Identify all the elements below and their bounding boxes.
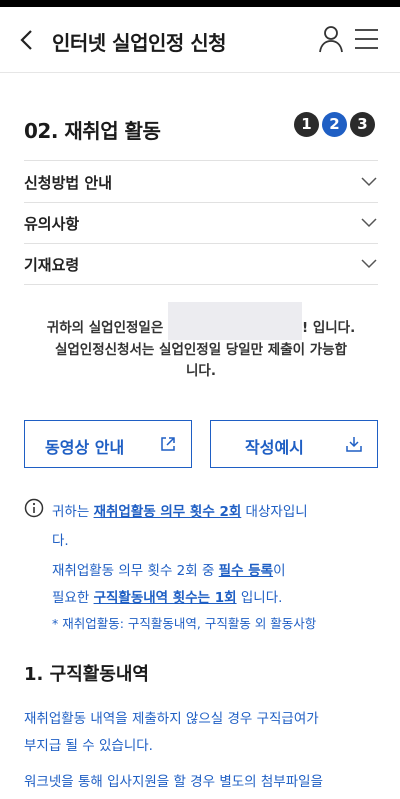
- notice-line-3: 니다.: [186, 363, 216, 379]
- worknet-attachment-note: 워크넷을 통해 입사지원을 할 경우 별도의 첨부파일을: [24, 774, 323, 790]
- page-title: 인터넷 실업인정 신청: [52, 31, 227, 55]
- mandatory-registration-highlight: 필수 등록: [218, 563, 274, 579]
- job-search-warning-line-2: 부지급 될 수 있습니다.: [24, 738, 153, 754]
- notice-line-2: 실업인정신청서는 실업인정일 당일만 제출이 가능합: [54, 342, 348, 358]
- required-count-highlight: 재취업활동 의무 횟수 2회: [93, 504, 242, 520]
- chevron-down-icon: [361, 177, 377, 187]
- step-1: 1: [294, 112, 319, 137]
- user-icon: [319, 26, 343, 53]
- menu-button[interactable]: [352, 27, 380, 51]
- chevron-left-icon: [20, 30, 32, 50]
- download-icon: [346, 437, 362, 452]
- accordion-label: 신청방법 안내: [24, 174, 113, 192]
- step-3: 3: [350, 112, 375, 137]
- job-search-warning-line-1: 재취업활동 내역을 제출하지 않으실 경우 구직급여가: [24, 711, 319, 727]
- divider: [24, 284, 378, 285]
- chevron-down-icon: [361, 259, 377, 269]
- hamburger-icon: [355, 29, 378, 49]
- job-search-count-highlight: 구직활동내역 횟수는 1회: [93, 590, 237, 606]
- info-line-1: 귀하는 재취업활동 의무 횟수 2회 대상자입니: [52, 504, 308, 520]
- video-guide-button[interactable]: 동영상 안내: [24, 420, 192, 468]
- accordion-label: 유의사항: [24, 215, 80, 233]
- accordion-writing-guide[interactable]: 기재요령: [24, 244, 378, 284]
- step-2-current: 2: [322, 112, 347, 137]
- accordion-precautions[interactable]: 유의사항: [24, 203, 378, 243]
- divider: [24, 160, 378, 161]
- external-link-icon: [161, 437, 175, 451]
- info-line-4: 필요한 구직활동내역 횟수는 1회 입니다.: [52, 590, 283, 606]
- section-title: 02. 재취업 활동: [24, 119, 161, 143]
- redacted-date: [167, 302, 302, 340]
- app-header: 인터넷 실업인정 신청: [0, 7, 400, 73]
- job-search-history-title: 1. 구직활동내역: [24, 664, 149, 685]
- accordion-application-guide[interactable]: 신청방법 안내: [24, 162, 378, 202]
- back-button[interactable]: [14, 25, 42, 55]
- certification-date-notice: 귀하의 실업인정일은 ! 입니다. 실업인정신청서는 실업인정일 당일만 제출이…: [24, 302, 378, 382]
- status-bar: [0, 0, 400, 7]
- user-button[interactable]: [318, 25, 344, 53]
- info-footnote: * 재취업활동: 구직활동내역, 구직활동 외 활동사항: [52, 616, 317, 631]
- info-line-2: 다.: [52, 533, 69, 549]
- chevron-down-icon: [361, 218, 377, 228]
- accordion-label: 기재요령: [24, 256, 80, 274]
- notice-line-1: 귀하의 실업인정일은 ! 입니다.: [24, 302, 378, 340]
- info-icon: [24, 498, 44, 518]
- info-line-3: 재취업활동 의무 횟수 2회 중 필수 등록이: [52, 563, 286, 579]
- writing-sample-button[interactable]: 작성예시: [210, 420, 378, 468]
